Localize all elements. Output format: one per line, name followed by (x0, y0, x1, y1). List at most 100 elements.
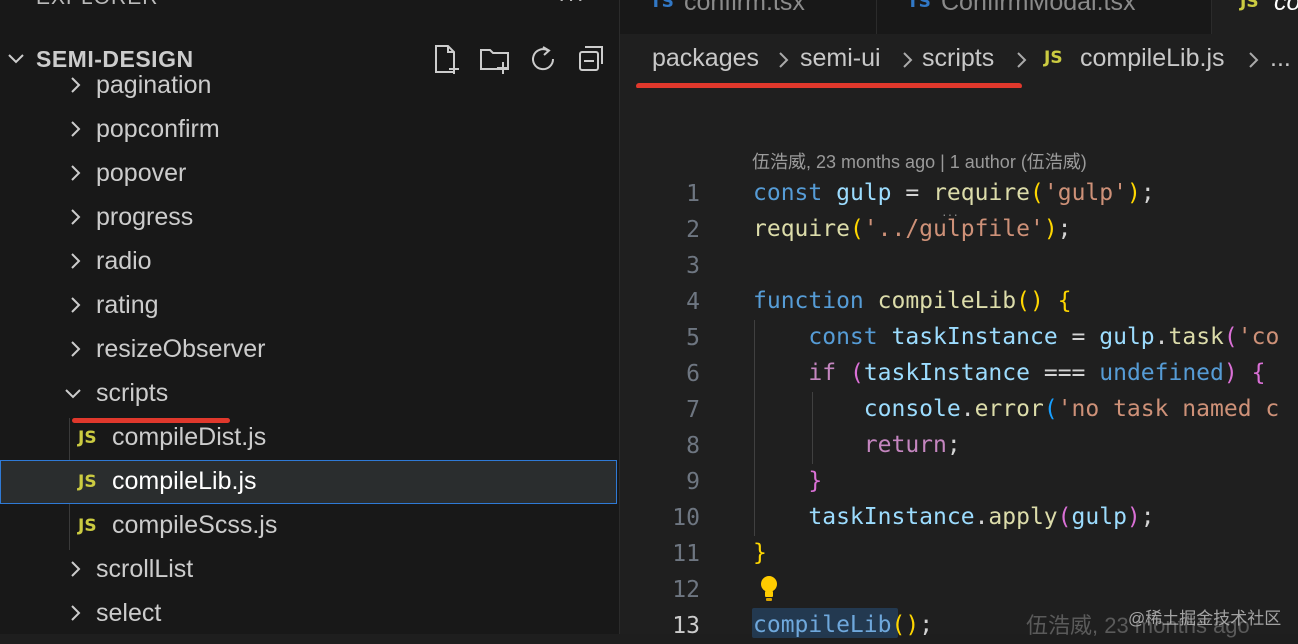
chevron-right-icon (779, 52, 789, 68)
tree-item-popconfirm[interactable]: popconfirm (0, 108, 617, 152)
tab-label: co (1274, 0, 1298, 16)
watermark: @稀土掘金技术社区 (1128, 609, 1282, 628)
line-number: 12 (672, 577, 700, 603)
tab-label: ConfirmModal.tsx (941, 0, 1136, 16)
tree-item-label: compileLib.js (112, 467, 257, 495)
line-number: 7 (686, 397, 700, 423)
breadcrumb-packages[interactable]: packages (652, 44, 759, 73)
code-text: function compileLib() { (753, 288, 1072, 314)
breadcrumb-scripts[interactable]: scripts (922, 44, 994, 73)
tree-item-pagination[interactable]: pagination (0, 64, 617, 108)
chevron-right-icon (71, 341, 81, 357)
code-line[interactable]: 10 taskInstance.apply(gulp); (620, 500, 1298, 536)
tree-item-popover[interactable]: popover (0, 152, 617, 196)
tab-compilelib-js[interactable]: JS co (1212, 0, 1298, 34)
code-text: } (808, 468, 823, 494)
tree-item-compilescss[interactable]: JS compileScss.js (0, 504, 617, 548)
js-file-icon: JS (1044, 48, 1063, 68)
code-text: if (taskInstance === undefined) { (808, 360, 1266, 386)
explorer-title: EXPLORER (36, 0, 158, 10)
tree-item-compilelib[interactable]: JS compileLib.js (0, 460, 617, 504)
tab-label: confirm.tsx (684, 0, 805, 16)
git-blame-codelens[interactable]: 伍浩威, 23 months ago | 1 author (伍浩威) (752, 148, 1087, 174)
line-number: 9 (686, 469, 700, 495)
explorer-sidebar: EXPLORER ··· SEMI-DESIGN pagination p (0, 0, 620, 634)
line-number: 6 (686, 361, 700, 387)
editor-tab-bar: TS confirm.tsx TS ConfirmModal.tsx JS co (620, 0, 1298, 34)
chevron-right-icon (71, 209, 81, 225)
tree-item-label: popconfirm (96, 115, 220, 143)
tree-item-compiledist[interactable]: JS compileDist.js (0, 416, 617, 460)
chevron-right-icon (71, 297, 81, 313)
code-text: compileLib(); (753, 612, 934, 638)
tree-item-label: popover (96, 159, 187, 187)
line-number: 2 (686, 217, 700, 243)
code-text: return; (863, 432, 961, 458)
breadcrumb-ellipsis[interactable]: ... (1270, 44, 1291, 73)
code-line[interactable]: 8 return; (620, 428, 1298, 464)
chevron-right-icon (1249, 52, 1259, 68)
lightbulb-icon[interactable] (756, 574, 782, 602)
tree-item-scrolllist[interactable]: scrollList (0, 548, 617, 592)
tree-item-label: rating (96, 291, 159, 319)
tree-item-label: compileScss.js (112, 511, 278, 539)
line-number: 1 (686, 181, 700, 207)
chevron-right-icon (71, 561, 81, 577)
tree-item-label: compileDist.js (112, 423, 267, 451)
line-number: 11 (672, 541, 700, 567)
chevron-right-icon (71, 77, 81, 93)
code-text: } (753, 540, 767, 566)
tree-item-label: scrollList (96, 555, 194, 583)
chevron-right-icon (71, 253, 81, 269)
more-actions-icon[interactable]: ··· (558, 0, 586, 12)
tree-item-label: select (96, 599, 162, 627)
chevron-right-icon (71, 165, 81, 181)
chevron-right-icon (1017, 52, 1027, 68)
tree-item-progress[interactable]: progress (0, 196, 617, 240)
code-line[interactable]: 11 } (620, 536, 1298, 572)
tree-item-label: progress (96, 203, 194, 231)
js-file-icon: JS (78, 516, 97, 536)
code-line[interactable]: 7 console.error('no task named c (620, 392, 1298, 428)
code-line[interactable]: 2 require('../gulpfile'); (620, 212, 1298, 248)
code-line[interactable]: 9 } (620, 464, 1298, 500)
code-text: const taskInstance = gulp.task('co (808, 324, 1280, 350)
tree-item-label: resizeObserver (96, 335, 266, 363)
js-file-icon: JS (1240, 0, 1259, 12)
tree-item-resizeobserver[interactable]: resizeObserver (0, 328, 617, 372)
chevron-right-icon (903, 52, 913, 68)
code-text: taskInstance.apply(gulp); (808, 504, 1155, 530)
chevron-down-icon (65, 389, 81, 399)
tree-item-select[interactable]: select (0, 592, 617, 634)
breadcrumb: packages semi-ui scripts JS compileLib.j… (620, 34, 1298, 88)
ts-file-icon: TS (907, 0, 931, 12)
code-line[interactable]: 5 const taskInstance = gulp.task('co (620, 320, 1298, 356)
js-file-icon: JS (78, 428, 97, 448)
tree-item-label: pagination (96, 71, 212, 99)
chevron-right-icon (71, 605, 81, 621)
code-text: require('../gulpfile'); (753, 216, 1072, 242)
line-number: 10 (672, 505, 700, 531)
line-number: 3 (686, 253, 700, 279)
js-file-icon: JS (78, 472, 97, 492)
line-number: 13 (672, 613, 700, 639)
line-number: 4 (686, 289, 700, 315)
tree-item-radio[interactable]: radio (0, 240, 617, 284)
code-line[interactable]: 6 if (taskInstance === undefined) { (620, 356, 1298, 392)
tab-confirm-tsx[interactable]: TS confirm.tsx (620, 0, 877, 34)
code-line[interactable]: 12 (620, 572, 1298, 608)
tree-item-label: radio (96, 247, 152, 275)
breadcrumb-semi-ui[interactable]: semi-ui (800, 44, 881, 73)
code-line[interactable]: 4 function compileLib() { (620, 284, 1298, 320)
line-number: 8 (686, 433, 700, 459)
code-line[interactable]: 3 (620, 248, 1298, 284)
tree-item-rating[interactable]: rating (0, 284, 617, 328)
tree-item-scripts[interactable]: scripts (0, 372, 617, 416)
line-number: 5 (686, 325, 700, 351)
breadcrumb-file[interactable]: compileLib.js (1080, 44, 1225, 73)
ts-file-icon: TS (650, 0, 674, 12)
chevron-right-icon (71, 121, 81, 137)
tab-confirmmodal-tsx[interactable]: TS ConfirmModal.tsx (877, 0, 1212, 34)
code-line[interactable]: 1 const gulp = require('gulp'); (620, 176, 1298, 212)
tree-item-label: scripts (96, 379, 169, 407)
